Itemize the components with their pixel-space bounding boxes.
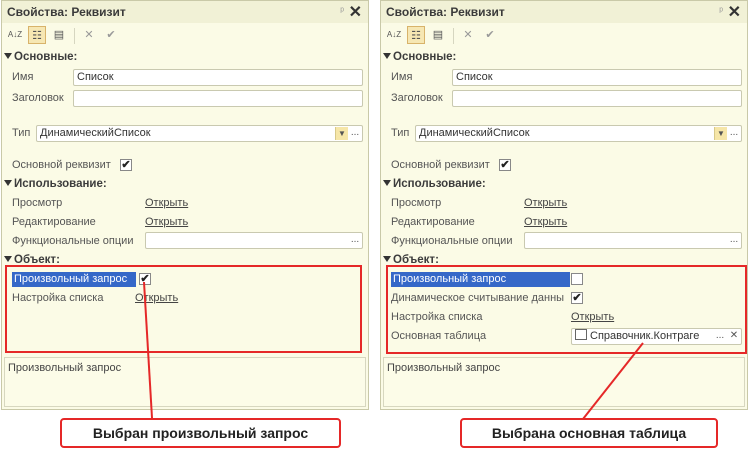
callout-right: Выбрана основная таблица <box>460 418 718 448</box>
callout-left: Выбран произвольный запрос <box>60 418 341 448</box>
arrows-overlay <box>143 281 644 420</box>
arrow-left <box>143 281 153 419</box>
arrow-right <box>582 342 644 420</box>
